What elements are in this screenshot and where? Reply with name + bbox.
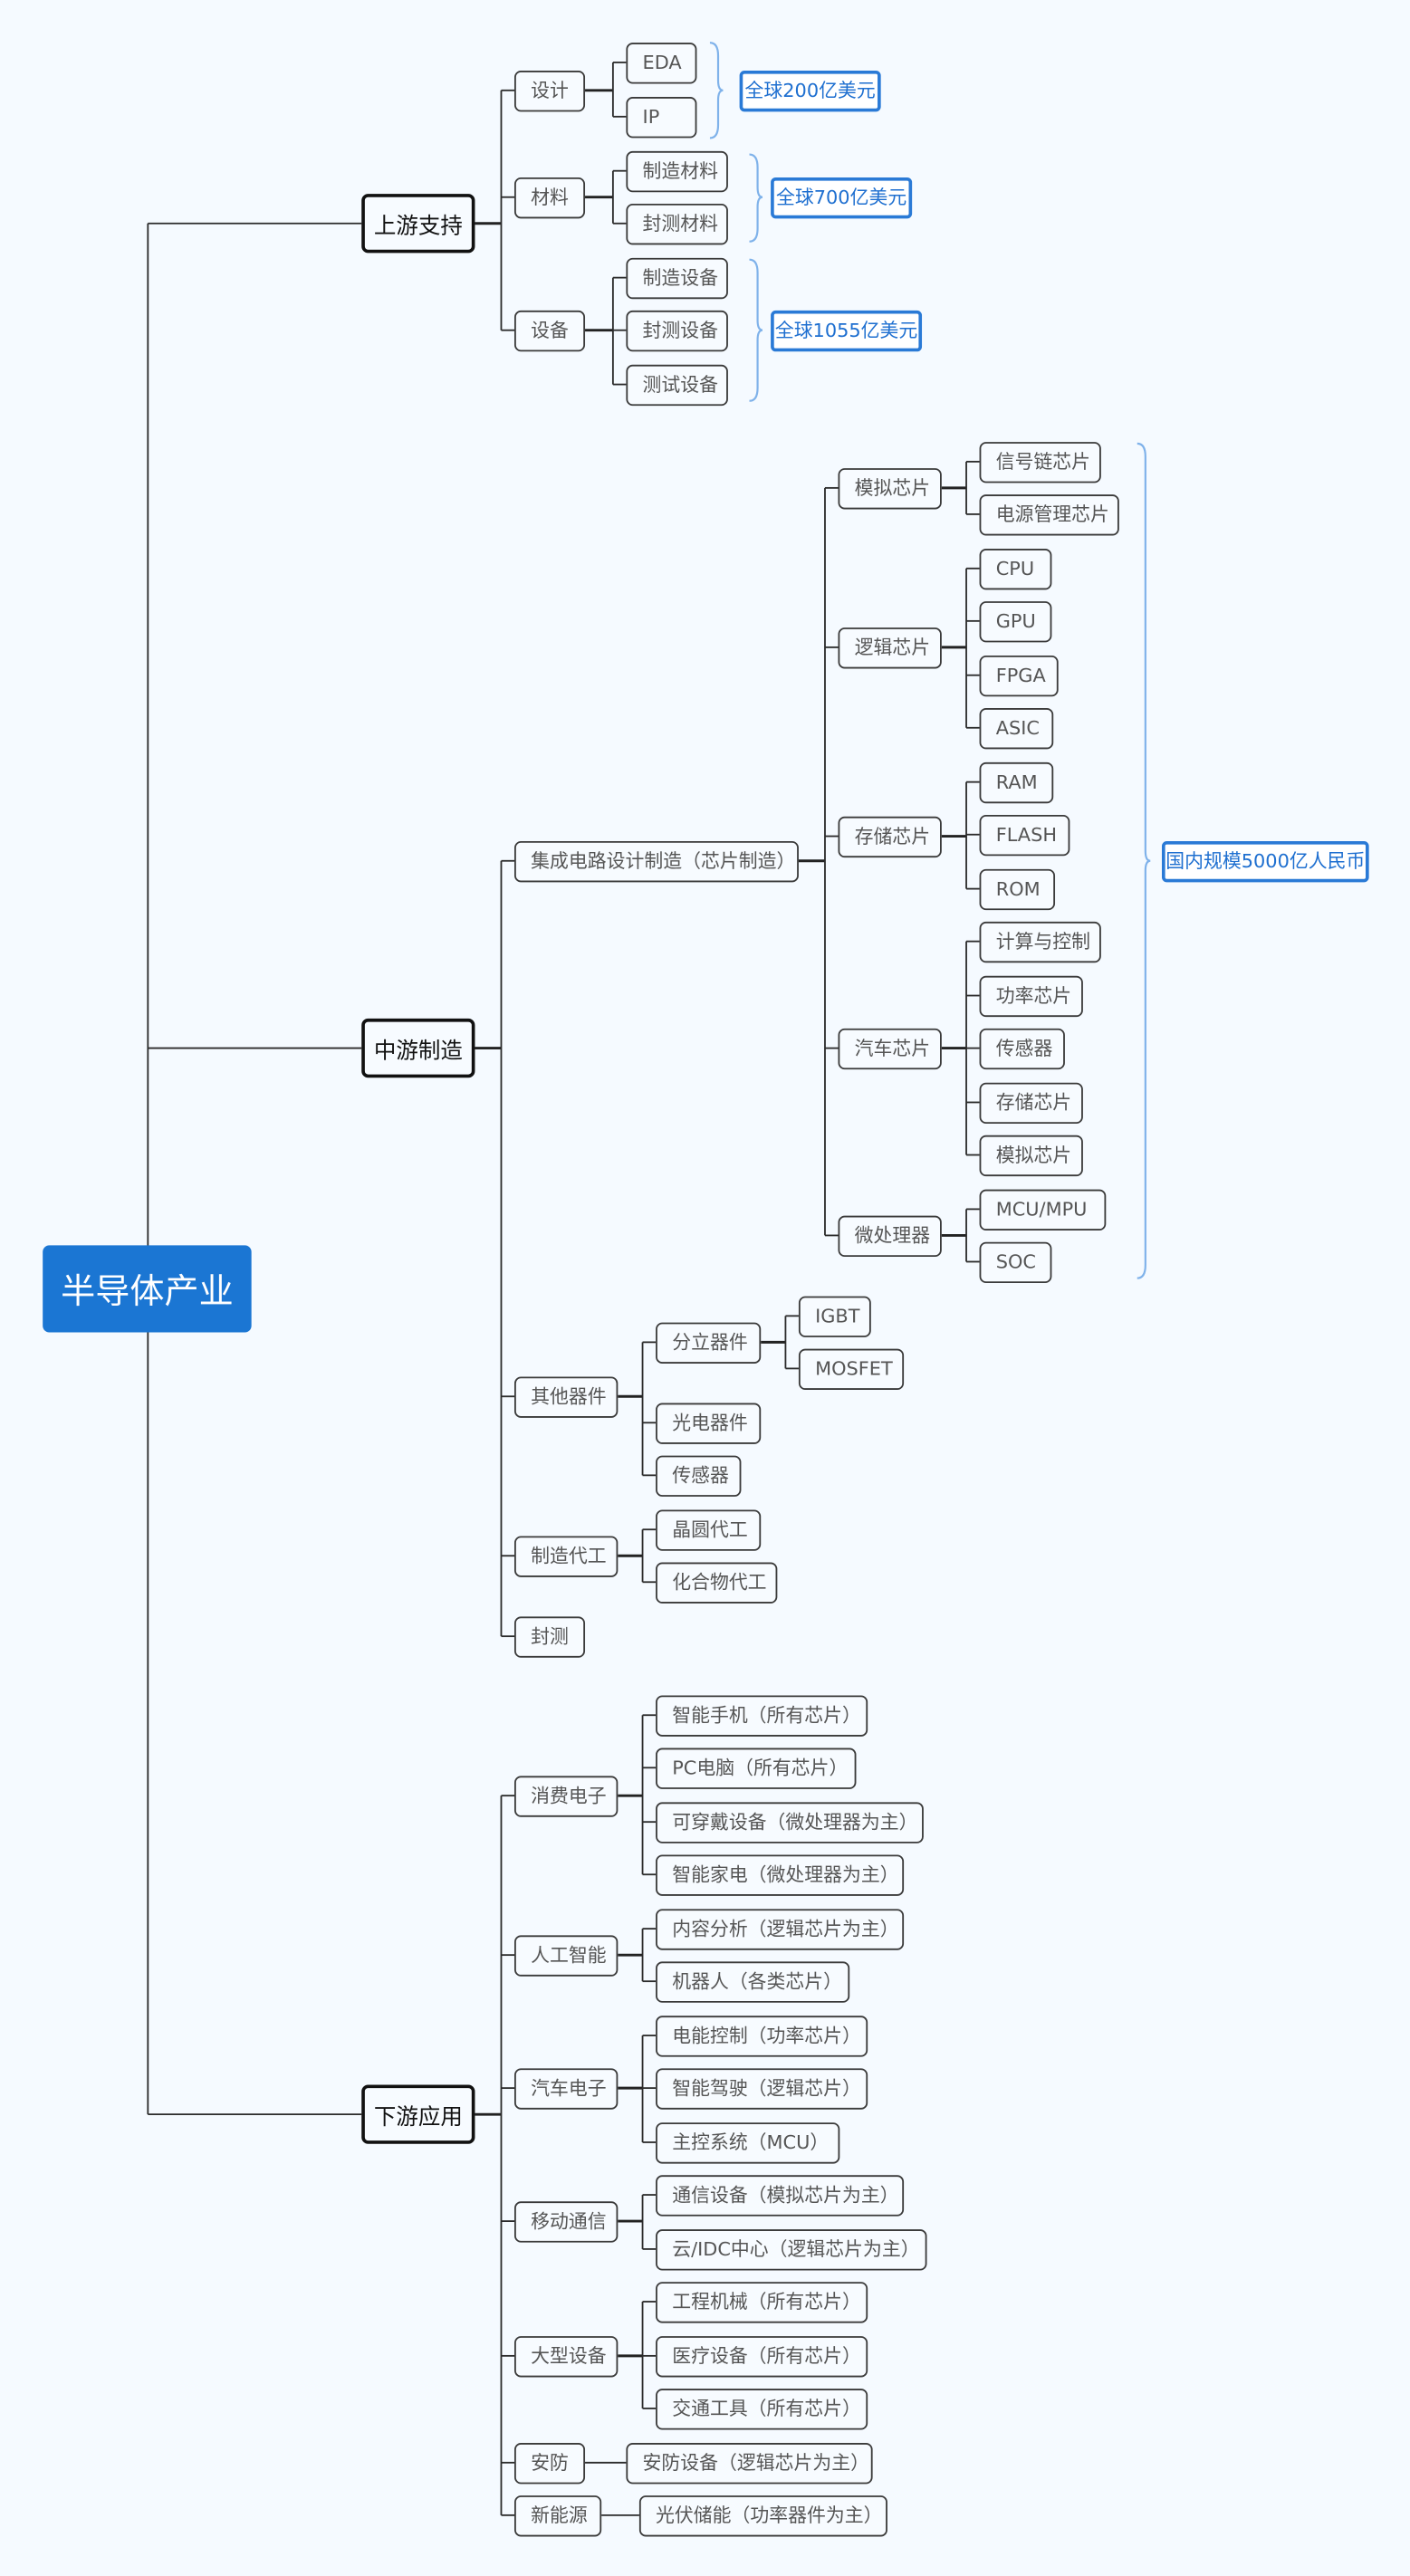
branch-node[interactable]: 下游应用 bbox=[361, 2084, 475, 2144]
leaf-node[interactable]: 测试设备 bbox=[626, 363, 728, 406]
leaf-node[interactable]: 智能家电（微处理器为主） bbox=[656, 1853, 905, 1895]
summary-brace bbox=[749, 153, 763, 243]
leaf-node[interactable]: 交通工具（所有芯片） bbox=[656, 2388, 868, 2429]
category-node[interactable]: 逻辑芯片 bbox=[838, 627, 942, 668]
summary-node[interactable]: 国内规模5000亿人民币 bbox=[1161, 840, 1369, 882]
leaf-node[interactable]: 工程机械（所有芯片） bbox=[656, 2281, 868, 2322]
leaf-node[interactable]: FLASH bbox=[979, 814, 1070, 856]
leaf-node[interactable]: 电能控制（功率芯片） bbox=[656, 2015, 868, 2056]
leaf-node[interactable]: FPGA bbox=[979, 655, 1059, 696]
category-node[interactable]: 分立器件 bbox=[656, 1321, 762, 1364]
leaf-node[interactable]: 晶圆代工 bbox=[656, 1508, 762, 1550]
leaf-node[interactable]: PC电脑（所有芯片） bbox=[656, 1747, 857, 1788]
leaf-node[interactable]: 封测设备 bbox=[626, 310, 728, 351]
category-node[interactable]: 设备 bbox=[513, 310, 586, 351]
category-node[interactable]: 新能源 bbox=[513, 2495, 602, 2536]
leaf-node[interactable]: 传感器 bbox=[656, 1454, 742, 1497]
category-node[interactable]: 汽车芯片 bbox=[838, 1027, 942, 1069]
leaf-node[interactable]: 化合物代工 bbox=[656, 1561, 778, 1603]
category-node[interactable]: 大型设备 bbox=[513, 2335, 619, 2377]
leaf-node[interactable]: 智能手机（所有芯片） bbox=[656, 1694, 868, 1736]
leaf-node[interactable]: 封测材料 bbox=[626, 203, 728, 244]
leaf-node[interactable]: 计算与控制 bbox=[979, 920, 1101, 962]
summary-node[interactable]: 全球700亿美元 bbox=[771, 177, 913, 218]
summary-brace bbox=[749, 258, 763, 402]
leaf-node[interactable]: ROM bbox=[979, 867, 1056, 910]
leaf-node[interactable]: 机器人（各类芯片） bbox=[656, 1960, 850, 2002]
leaf-node[interactable]: 医疗设备（所有芯片） bbox=[656, 2335, 868, 2377]
category-node[interactable]: 存储芯片 bbox=[838, 815, 942, 857]
summary-brace bbox=[709, 42, 724, 139]
category-node[interactable]: 模拟芯片 bbox=[838, 467, 942, 509]
leaf-node[interactable]: 功率芯片 bbox=[979, 974, 1083, 1017]
leaf-node[interactable]: 内容分析（逻辑芯片为主） bbox=[656, 1908, 905, 1949]
leaf-node[interactable]: 通信设备（模拟芯片为主） bbox=[656, 2174, 905, 2216]
leaf-node[interactable]: 云/IDC中心（逻辑芯片为主） bbox=[656, 2228, 927, 2270]
category-node[interactable]: 制造代工 bbox=[513, 1535, 619, 1576]
mindmap-canvas: 上游支持 设计 EDA IP 材料 制造材料封测材料设备 制造设备封测设备测试设备中游制造 集… bbox=[0, 0, 1410, 2576]
leaf-node[interactable]: IGBT bbox=[798, 1295, 871, 1337]
leaf-node[interactable]: 智能驾驶（逻辑芯片） bbox=[656, 2067, 868, 2109]
leaf-node[interactable]: 存储芯片 bbox=[979, 1081, 1083, 1124]
category-node[interactable]: 材料 bbox=[513, 177, 586, 218]
category-node[interactable]: 微处理器 bbox=[838, 1214, 942, 1257]
leaf-node[interactable]: 制造设备 bbox=[626, 256, 728, 299]
root-node[interactable]: 半导体产业 bbox=[43, 1245, 252, 1333]
leaf-node[interactable]: ASIC bbox=[979, 707, 1054, 749]
leaf-node[interactable]: CPU bbox=[979, 548, 1052, 589]
summary-brace bbox=[1137, 442, 1151, 1279]
category-node[interactable]: 安防 bbox=[513, 2442, 586, 2484]
branch-node[interactable]: 上游支持 bbox=[361, 194, 475, 254]
leaf-node[interactable]: 信号链芯片 bbox=[979, 441, 1101, 483]
leaf-node[interactable]: MOSFET bbox=[798, 1347, 905, 1390]
category-node[interactable]: 消费电子 bbox=[513, 1775, 619, 1816]
leaf-node[interactable]: 安防设备（逻辑芯片为主） bbox=[626, 2442, 873, 2484]
leaf-node[interactable]: 封测 bbox=[513, 1615, 586, 1657]
category-node[interactable]: 人工智能 bbox=[513, 1934, 619, 1976]
leaf-node[interactable]: IP bbox=[626, 96, 697, 138]
category-node[interactable]: 移动通信 bbox=[513, 2200, 619, 2242]
leaf-node[interactable]: SOC bbox=[979, 1240, 1052, 1283]
leaf-node[interactable]: 主控系统（MCU） bbox=[656, 2121, 840, 2163]
leaf-node[interactable]: 光伏储能（功率器件为主） bbox=[638, 2495, 887, 2536]
leaf-node[interactable]: 可穿戴设备（微处理器为主） bbox=[656, 1801, 924, 1843]
leaf-node[interactable]: 模拟芯片 bbox=[979, 1134, 1083, 1176]
category-node[interactable]: 设计 bbox=[513, 70, 586, 111]
leaf-node[interactable]: MCU/MPU bbox=[979, 1188, 1107, 1231]
category-node[interactable]: 其他器件 bbox=[513, 1375, 619, 1417]
category-node[interactable]: 汽车电子 bbox=[513, 2067, 619, 2109]
leaf-node[interactable]: 制造材料 bbox=[626, 150, 728, 192]
summary-node[interactable]: 全球200亿美元 bbox=[739, 70, 881, 111]
leaf-node[interactable]: EDA bbox=[626, 42, 697, 83]
category-node[interactable]: 集成电路设计制造（芯片制造） bbox=[513, 840, 799, 882]
branch-node[interactable]: 中游制造 bbox=[361, 1018, 475, 1078]
leaf-node[interactable]: 光电器件 bbox=[656, 1402, 762, 1443]
leaf-node[interactable]: 电源管理芯片 bbox=[979, 493, 1119, 535]
summary-node[interactable]: 全球1055亿美元 bbox=[771, 310, 923, 351]
leaf-node[interactable]: 传感器 bbox=[979, 1027, 1065, 1069]
leaf-node[interactable]: GPU bbox=[979, 600, 1052, 642]
leaf-node[interactable]: RAM bbox=[979, 761, 1054, 803]
